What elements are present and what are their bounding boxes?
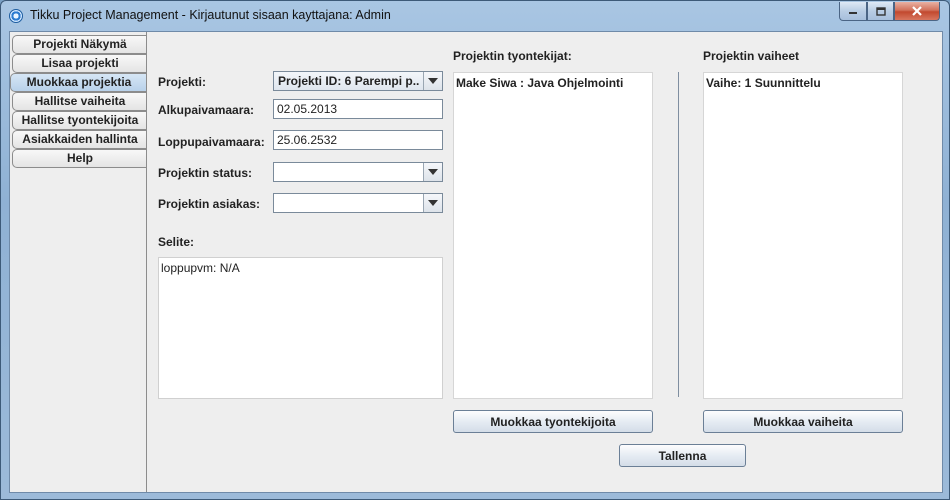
tab-muokkaa-projektia[interactable]: Muokkaa projektia xyxy=(10,73,147,92)
employees-list[interactable]: Make Siwa : Java Ohjelmointi xyxy=(453,72,653,399)
tab-hallitse-vaiheita[interactable]: Hallitse vaiheita xyxy=(12,92,147,111)
description-textarea[interactable]: loppupvm: N/A xyxy=(158,257,443,399)
close-icon xyxy=(912,6,922,16)
app-window: Tikku Project Management - Kirjautunut s… xyxy=(0,0,950,500)
tab-projekti-nakyma[interactable]: Projekti Näkymä xyxy=(12,35,147,54)
client-area: Projekti Näkymä Lisaa projekti Muokkaa p… xyxy=(9,31,943,493)
list-item[interactable]: Make Siwa : Java Ohjelmointi xyxy=(454,73,652,93)
edit-phases-button[interactable]: Muokkaa vaiheita xyxy=(703,410,903,433)
asiakas-label: Projektin asiakas: xyxy=(158,197,261,211)
end-date-field[interactable]: 25.06.2532 xyxy=(273,130,443,150)
divider xyxy=(678,72,679,397)
customer-select[interactable] xyxy=(273,193,443,213)
maximize-button[interactable] xyxy=(867,2,894,21)
tab-asiakkaiden-hallinta[interactable]: Asiakkaiden hallinta xyxy=(12,130,147,149)
dropdown-arrow-icon[interactable] xyxy=(423,163,442,181)
loppupaivamaara-label: Loppupaivamaara: xyxy=(158,135,265,149)
title-bar[interactable]: Tikku Project Management - Kirjautunut s… xyxy=(1,1,949,29)
projekti-label: Projekti: xyxy=(158,75,207,89)
list-item[interactable]: Vaihe: 1 Suunnittelu xyxy=(704,73,902,93)
app-logo-icon xyxy=(9,9,23,23)
save-button[interactable]: Tallenna xyxy=(619,444,746,467)
minimize-icon xyxy=(849,12,857,14)
tab-help[interactable]: Help xyxy=(12,149,147,168)
minimize-button[interactable] xyxy=(839,2,867,21)
close-button[interactable] xyxy=(894,2,940,21)
project-select-value: Projekti ID: 6 Parempi p... xyxy=(278,74,420,88)
window-title: Tikku Project Management - Kirjautunut s… xyxy=(30,8,391,22)
tab-strip: Projekti Näkymä Lisaa projekti Muokkaa p… xyxy=(10,35,147,168)
status-select[interactable] xyxy=(273,162,443,182)
dropdown-arrow-icon[interactable] xyxy=(423,194,442,212)
dropdown-arrow-icon[interactable] xyxy=(423,72,442,90)
edit-employees-button[interactable]: Muokkaa tyontekijoita xyxy=(453,410,653,433)
status-label: Projektin status: xyxy=(158,166,253,180)
tab-lisaa-projekti[interactable]: Lisaa projekti xyxy=(12,54,147,73)
maximize-icon xyxy=(875,6,886,16)
alkupaivamaara-label: Alkupaivamaara: xyxy=(158,103,255,117)
selite-label: Selite: xyxy=(158,235,195,249)
edit-project-panel: Projekti: Projekti ID: 6 Parempi p... Al… xyxy=(146,32,943,492)
employees-heading: Projektin tyontekijat: xyxy=(453,49,572,63)
tab-hallitse-tyontekijoita[interactable]: Hallitse tyontekijoita xyxy=(12,111,147,130)
project-select[interactable]: Projekti ID: 6 Parempi p... xyxy=(273,71,443,91)
phases-list[interactable]: Vaihe: 1 Suunnittelu xyxy=(703,72,903,399)
phases-heading: Projektin vaiheet xyxy=(703,49,800,63)
start-date-field[interactable]: 02.05.2013 xyxy=(273,99,443,119)
